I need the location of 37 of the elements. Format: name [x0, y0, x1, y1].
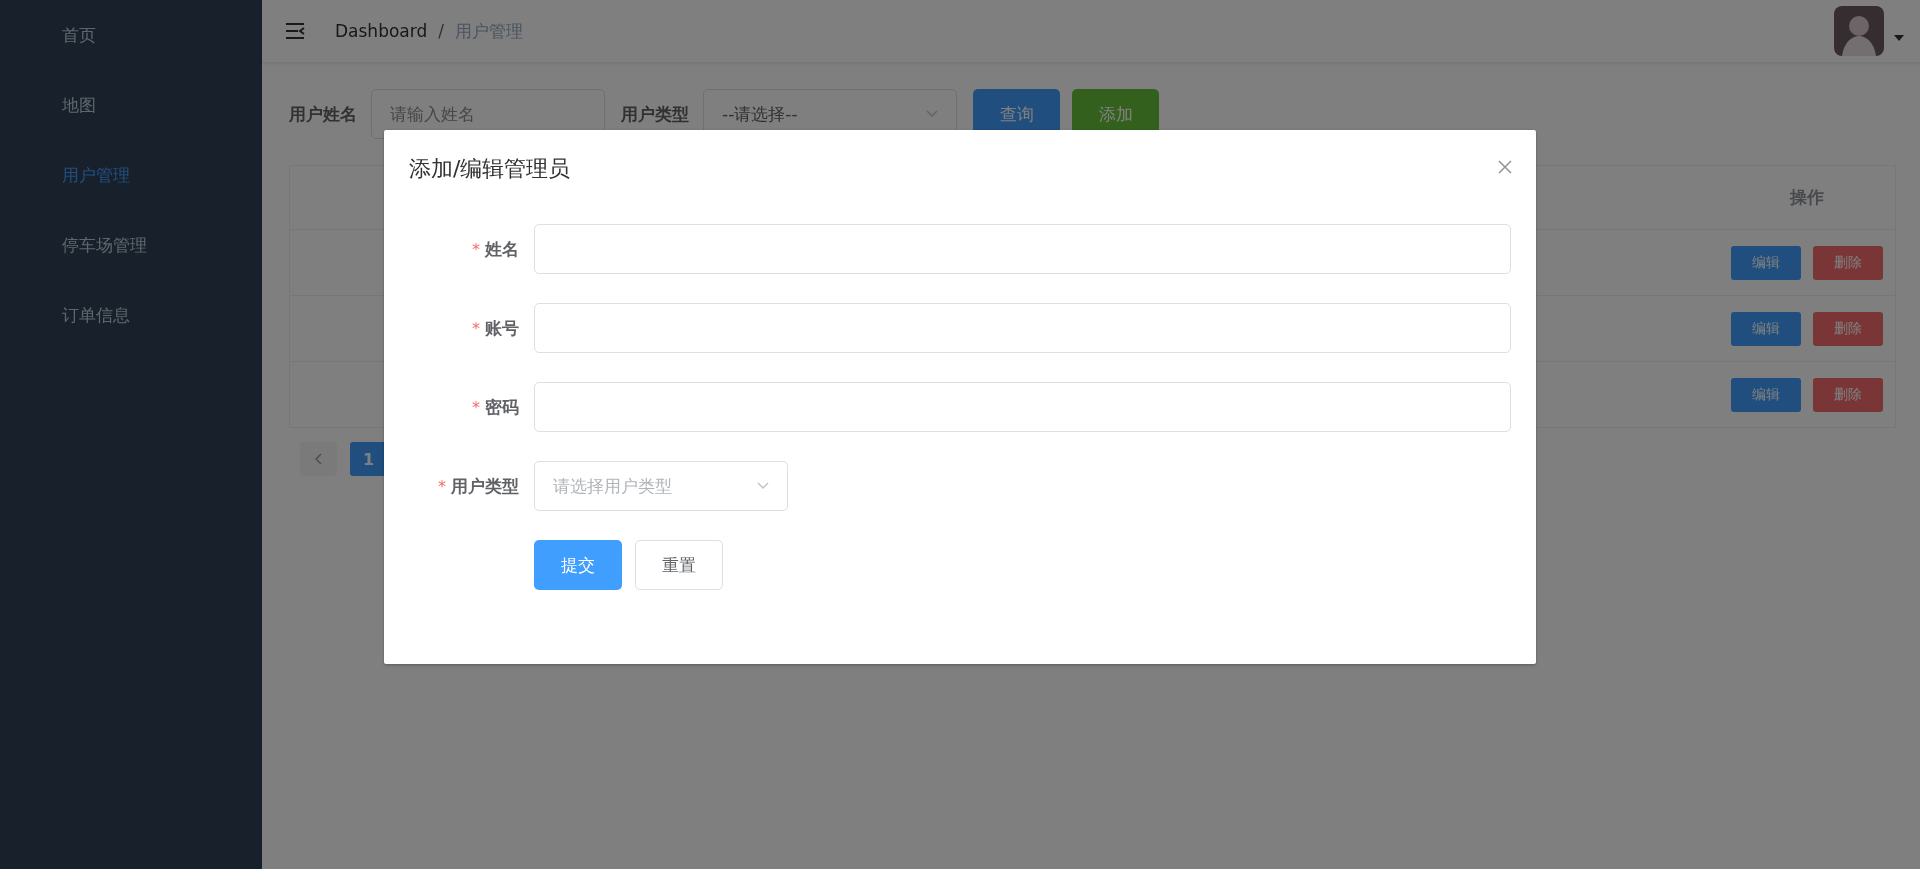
close-icon[interactable] — [1498, 160, 1512, 174]
edit-button[interactable]: 编辑 — [1731, 311, 1801, 346]
field-label: 用户类型 — [451, 474, 519, 498]
required-mark: * — [438, 476, 446, 496]
sidebar-item[interactable]: 首页 — [0, 0, 262, 70]
sidebar-item[interactable]: 用户管理 — [0, 140, 262, 210]
field-label: 姓名 — [485, 237, 519, 261]
sidebar-item[interactable]: 停车场管理 — [0, 210, 262, 280]
text-field[interactable] — [534, 224, 1511, 274]
delete-button[interactable]: 删除 — [1813, 245, 1883, 280]
field-label: 密码 — [485, 395, 519, 419]
select-field[interactable]: 请选择用户类型 — [534, 461, 788, 511]
sidebar-item[interactable]: 订单信息 — [0, 280, 262, 350]
sidebar-item[interactable]: 地图 — [0, 70, 262, 140]
required-mark: * — [472, 397, 480, 417]
chevron-icon — [757, 482, 769, 490]
edit-button[interactable]: 编辑 — [1731, 245, 1801, 280]
breadcrumb-separator: / — [438, 21, 444, 41]
caret-icon[interactable] — [1894, 35, 1904, 41]
required-mark: * — [472, 318, 480, 338]
reset-button[interactable]: 重置 — [635, 540, 723, 590]
avatar[interactable] — [1834, 6, 1884, 56]
text-field[interactable] — [534, 382, 1511, 432]
field-label: 用户类型 — [621, 102, 689, 126]
menu-icon[interactable] — [285, 22, 305, 40]
delete-button[interactable]: 删除 — [1813, 377, 1883, 412]
required-mark: * — [472, 239, 480, 259]
chevron-left-icon — [314, 453, 323, 465]
delete-button[interactable]: 删除 — [1813, 311, 1883, 346]
text-field[interactable] — [534, 303, 1511, 353]
field-label: 用户姓名 — [289, 102, 357, 126]
submit-button[interactable]: 提交 — [534, 540, 622, 590]
chevron-icon — [926, 110, 938, 118]
field-label: 账号 — [485, 316, 519, 340]
breadcrumb-item[interactable]: Dashboard — [335, 21, 428, 41]
dialog-title: 添加/编辑管理员 — [409, 155, 571, 183]
edit-button[interactable]: 编辑 — [1731, 377, 1801, 412]
